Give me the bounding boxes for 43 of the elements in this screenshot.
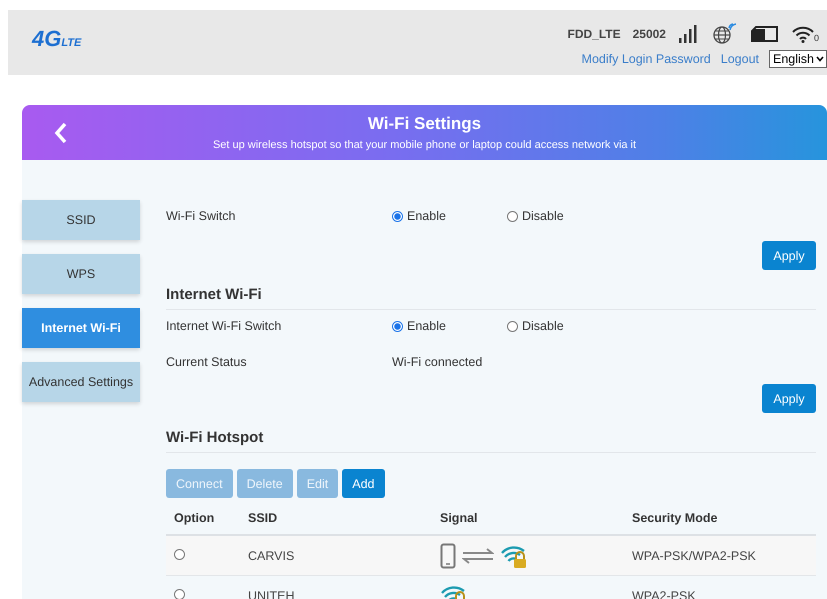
page-subtitle: Set up wireless hotspot so that your mobile phone or laptop could access network via it bbox=[212, 139, 636, 151]
option-label: Enable bbox=[407, 319, 446, 333]
transfer-icon bbox=[462, 548, 494, 564]
table-button[interactable]: Add bbox=[342, 469, 384, 498]
field-label: Current Status bbox=[166, 355, 248, 369]
battery-icon bbox=[750, 24, 780, 44]
column-header: Security Mode bbox=[632, 511, 718, 525]
table-cell: CARVIS bbox=[248, 548, 294, 562]
radio-button[interactable] bbox=[507, 210, 518, 222]
apply-button[interactable]: Apply bbox=[762, 384, 816, 413]
radio-button[interactable] bbox=[174, 588, 185, 599]
column-header: SSID bbox=[248, 511, 278, 525]
section-heading: Wi-Fi Hotspot bbox=[166, 429, 816, 453]
sidebar-item[interactable]: Advanced Settings bbox=[22, 362, 140, 402]
operator-code: 25002 bbox=[632, 27, 666, 41]
option-label: Disable bbox=[522, 209, 564, 223]
back-icon[interactable] bbox=[54, 122, 68, 144]
radio-button[interactable] bbox=[507, 320, 518, 332]
logo: 4GLTE bbox=[30, 25, 82, 50]
radio-button[interactable] bbox=[392, 210, 403, 222]
radio-button[interactable] bbox=[392, 320, 403, 332]
status-value: Wi-Fi connected bbox=[392, 355, 482, 369]
language-select[interactable]: English bbox=[769, 50, 827, 68]
phone-icon bbox=[440, 542, 456, 568]
caret-icon bbox=[816, 56, 824, 62]
sidebar-item[interactable]: WPS bbox=[22, 254, 140, 294]
globe-icon bbox=[712, 23, 738, 45]
apply-button[interactable]: Apply bbox=[762, 241, 816, 270]
option-label: Disable bbox=[522, 319, 564, 333]
network-type: FDD_LTE bbox=[568, 27, 621, 41]
radio-button[interactable] bbox=[174, 548, 185, 560]
column-header: Option bbox=[174, 511, 214, 525]
field-label: Wi-Fi Switch bbox=[166, 209, 236, 223]
header-link[interactable]: Logout bbox=[720, 52, 759, 66]
table-cell: WPA-PSK/WPA2-PSK bbox=[632, 548, 756, 562]
page-title: Wi-Fi Settings bbox=[368, 114, 482, 134]
header-link[interactable]: Modify Login Password bbox=[582, 52, 711, 66]
sidebar-item[interactable]: SSID bbox=[22, 200, 140, 240]
option-label: Enable bbox=[407, 209, 446, 223]
section-heading: Internet Wi-Fi bbox=[166, 286, 816, 310]
sidebar-item[interactable]: Internet Wi-Fi bbox=[22, 308, 140, 348]
column-header: Signal bbox=[440, 511, 478, 525]
field-label: Internet Wi-Fi Switch bbox=[166, 319, 282, 333]
